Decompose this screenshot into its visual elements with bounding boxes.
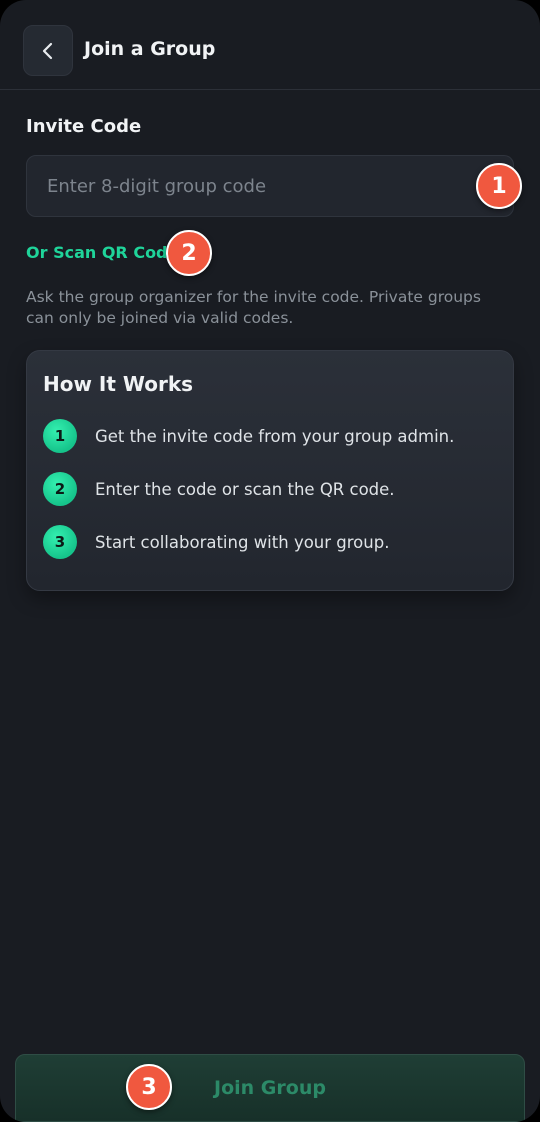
invite-code-input[interactable] xyxy=(26,155,514,217)
help-text: Ask the group organizer for the invite c… xyxy=(26,288,481,327)
step-text: Enter the code or scan the QR code. xyxy=(95,479,395,499)
step-text: Get the invite code from your group admi… xyxy=(95,426,455,446)
step-text: Start collaborating with your group. xyxy=(95,532,390,552)
scan-qr-code-link[interactable]: Or Scan QR Code xyxy=(26,243,178,262)
annotation-marker-2: 2 xyxy=(166,230,212,276)
join-group-button-label: Join Group xyxy=(214,1077,326,1099)
chevron-left-icon xyxy=(42,42,53,59)
join-group-screen: Join a Group Invite Code Or Scan QR Code… xyxy=(0,0,540,1122)
how-it-works-title: How It Works xyxy=(43,372,194,396)
annotation-marker-3: 3 xyxy=(126,1064,172,1110)
how-it-works-card: How It Works 1 Get the invite code from … xyxy=(26,350,514,591)
annotation-marker-1: 1 xyxy=(476,163,522,209)
step-number-badge: 3 xyxy=(43,525,77,559)
step-item-1: 1 Get the invite code from your group ad… xyxy=(43,419,454,453)
step-number-badge: 2 xyxy=(43,472,77,506)
header-bar: Join a Group xyxy=(0,0,540,90)
step-item-3: 3 Start collaborating with your group. xyxy=(43,525,389,559)
step-number-badge: 1 xyxy=(43,419,77,453)
invite-code-label: Invite Code xyxy=(26,116,142,137)
page-title: Join a Group xyxy=(84,38,216,60)
step-item-2: 2 Enter the code or scan the QR code. xyxy=(43,472,395,506)
join-group-button[interactable]: Join Group xyxy=(15,1054,525,1122)
back-button[interactable] xyxy=(23,25,73,76)
